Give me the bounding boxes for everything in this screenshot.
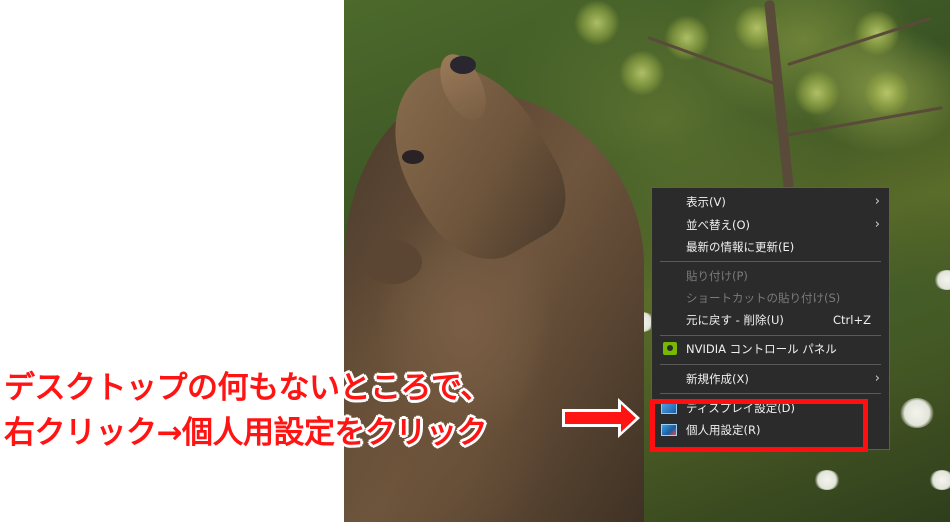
menu-item-label: 最新の情報に更新(E) <box>686 240 795 254</box>
menu-item-label: 並べ替え(O) <box>686 218 751 232</box>
bear-ear <box>362 240 422 284</box>
submenu-arrow-icon: › <box>874 371 880 386</box>
annotation-line-1: デスクトップの何もないところで、 <box>4 370 491 406</box>
cotton-grass-flower <box>934 270 950 290</box>
menu-item-new[interactable]: 新規作成(X) › <box>652 368 889 390</box>
submenu-arrow-icon: › <box>874 194 880 209</box>
highlight-box <box>650 399 868 452</box>
menu-item-view[interactable]: 表示(V) › <box>652 191 889 213</box>
menu-item-undo-delete[interactable]: 元に戻す - 削除(U) Ctrl+Z <box>652 309 889 331</box>
menu-item-nvidia-control-panel[interactable]: NVIDIA コントロール パネル <box>652 338 889 360</box>
menu-item-label: 新規作成(X) <box>686 372 749 386</box>
pine-needle-cluster <box>794 70 840 116</box>
pine-needle-cluster <box>574 0 620 46</box>
menu-separator <box>660 364 881 365</box>
menu-item-label: NVIDIA コントロール パネル <box>686 342 837 356</box>
bear-nose <box>450 56 476 74</box>
menu-item-label: 表示(V) <box>686 195 726 209</box>
pine-needle-cluster <box>619 50 665 96</box>
submenu-arrow-icon: › <box>874 217 880 232</box>
cotton-grass-flower <box>900 398 934 428</box>
menu-separator <box>660 393 881 394</box>
menu-item-shortcut: Ctrl+Z <box>833 313 871 327</box>
menu-item-paste: 貼り付け(P) <box>652 265 889 287</box>
pointer-arrow-icon <box>562 398 640 438</box>
menu-item-label: 貼り付け(P) <box>686 269 748 283</box>
bear-eye <box>402 150 424 164</box>
pine-needle-cluster <box>864 70 910 116</box>
cotton-grass-flower <box>929 470 950 490</box>
cotton-grass-flower <box>814 470 840 490</box>
menu-item-refresh[interactable]: 最新の情報に更新(E) <box>652 236 889 258</box>
annotation-line-2: 右クリック→個人用設定をクリック <box>4 415 487 451</box>
pine-needle-cluster <box>664 15 710 61</box>
menu-item-sort-by[interactable]: 並べ替え(O) › <box>652 214 889 236</box>
menu-item-label: ショートカットの貼り付け(S) <box>686 291 841 305</box>
menu-separator <box>660 261 881 262</box>
menu-item-paste-shortcut: ショートカットの貼り付け(S) <box>652 287 889 309</box>
nvidia-icon <box>663 342 677 355</box>
menu-item-label: 元に戻す - 削除(U) <box>686 313 784 327</box>
menu-separator <box>660 335 881 336</box>
